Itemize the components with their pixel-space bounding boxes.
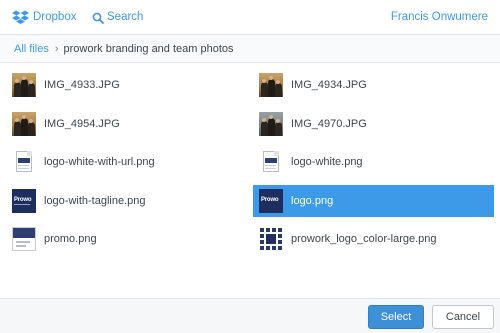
search-icon bbox=[92, 12, 104, 24]
breadcrumb-bar: All files › prowork branding and team ph… bbox=[0, 35, 500, 63]
file-name: logo-white.png bbox=[291, 156, 363, 168]
breadcrumb-separator: › bbox=[54, 43, 59, 55]
file-item[interactable]: IMG_4970.JPG bbox=[253, 109, 493, 139]
file-item-selected[interactable]: Prowo logo.png bbox=[253, 185, 494, 217]
file-item[interactable]: Prowo logo-with-tagline.png bbox=[6, 186, 246, 216]
file-item[interactable]: IMG_4933.JPG bbox=[6, 70, 246, 100]
search-label: Search bbox=[107, 11, 144, 23]
top-bar: Dropbox Search Francis Onwumere bbox=[0, 0, 500, 35]
file-item[interactable]: prowork_logo_color-large.png bbox=[253, 224, 493, 254]
file-item[interactable]: logo-white-with-url.png bbox=[6, 147, 246, 177]
cancel-button[interactable]: Cancel bbox=[432, 305, 494, 329]
promo-thumbnail bbox=[12, 227, 36, 251]
file-item[interactable]: IMG_4934.JPG bbox=[253, 70, 493, 100]
photo-thumbnail bbox=[259, 73, 283, 97]
user-account-menu[interactable]: Francis Onwumere bbox=[391, 10, 488, 25]
file-item[interactable]: promo.png bbox=[6, 224, 246, 254]
file-list: IMG_4933.JPG IMG_4934.JPG IMG_4954.JPG I… bbox=[0, 63, 500, 298]
file-name: promo.png bbox=[44, 233, 97, 245]
photo-thumbnail bbox=[12, 73, 36, 97]
document-thumbnail bbox=[12, 150, 36, 174]
logo-thumbnail: Prowo bbox=[259, 189, 283, 213]
file-name: prowork_logo_color-large.png bbox=[291, 233, 437, 245]
photo-thumbnail bbox=[12, 112, 36, 136]
file-name: IMG_4933.JPG bbox=[44, 79, 120, 91]
file-name: logo.png bbox=[291, 195, 334, 207]
file-name: IMG_4954.JPG bbox=[44, 118, 120, 130]
file-name: IMG_4934.JPG bbox=[291, 79, 367, 91]
brand-label: Dropbox bbox=[33, 11, 77, 23]
logo-thumbnail: Prowo bbox=[12, 189, 36, 213]
search-button[interactable]: Search bbox=[92, 10, 143, 25]
breadcrumb-current-folder: prowork branding and team photos bbox=[63, 43, 234, 55]
file-name: logo-white-with-url.png bbox=[44, 156, 155, 168]
pattern-logo-thumbnail bbox=[259, 227, 283, 251]
breadcrumb-all-files[interactable]: All files bbox=[14, 42, 49, 56]
dialog-footer: Select Cancel bbox=[0, 298, 500, 333]
file-name: logo-with-tagline.png bbox=[44, 195, 146, 207]
dropbox-icon bbox=[12, 10, 29, 24]
dropbox-home-link[interactable]: Dropbox bbox=[12, 10, 76, 25]
file-item[interactable]: logo-white.png bbox=[253, 147, 493, 177]
select-button[interactable]: Select bbox=[368, 305, 424, 329]
file-name: IMG_4970.JPG bbox=[291, 118, 367, 130]
document-thumbnail bbox=[259, 150, 283, 174]
file-item[interactable]: IMG_4954.JPG bbox=[6, 109, 246, 139]
breadcrumb: All files › prowork branding and team ph… bbox=[14, 42, 234, 56]
photo-thumbnail bbox=[259, 112, 283, 136]
